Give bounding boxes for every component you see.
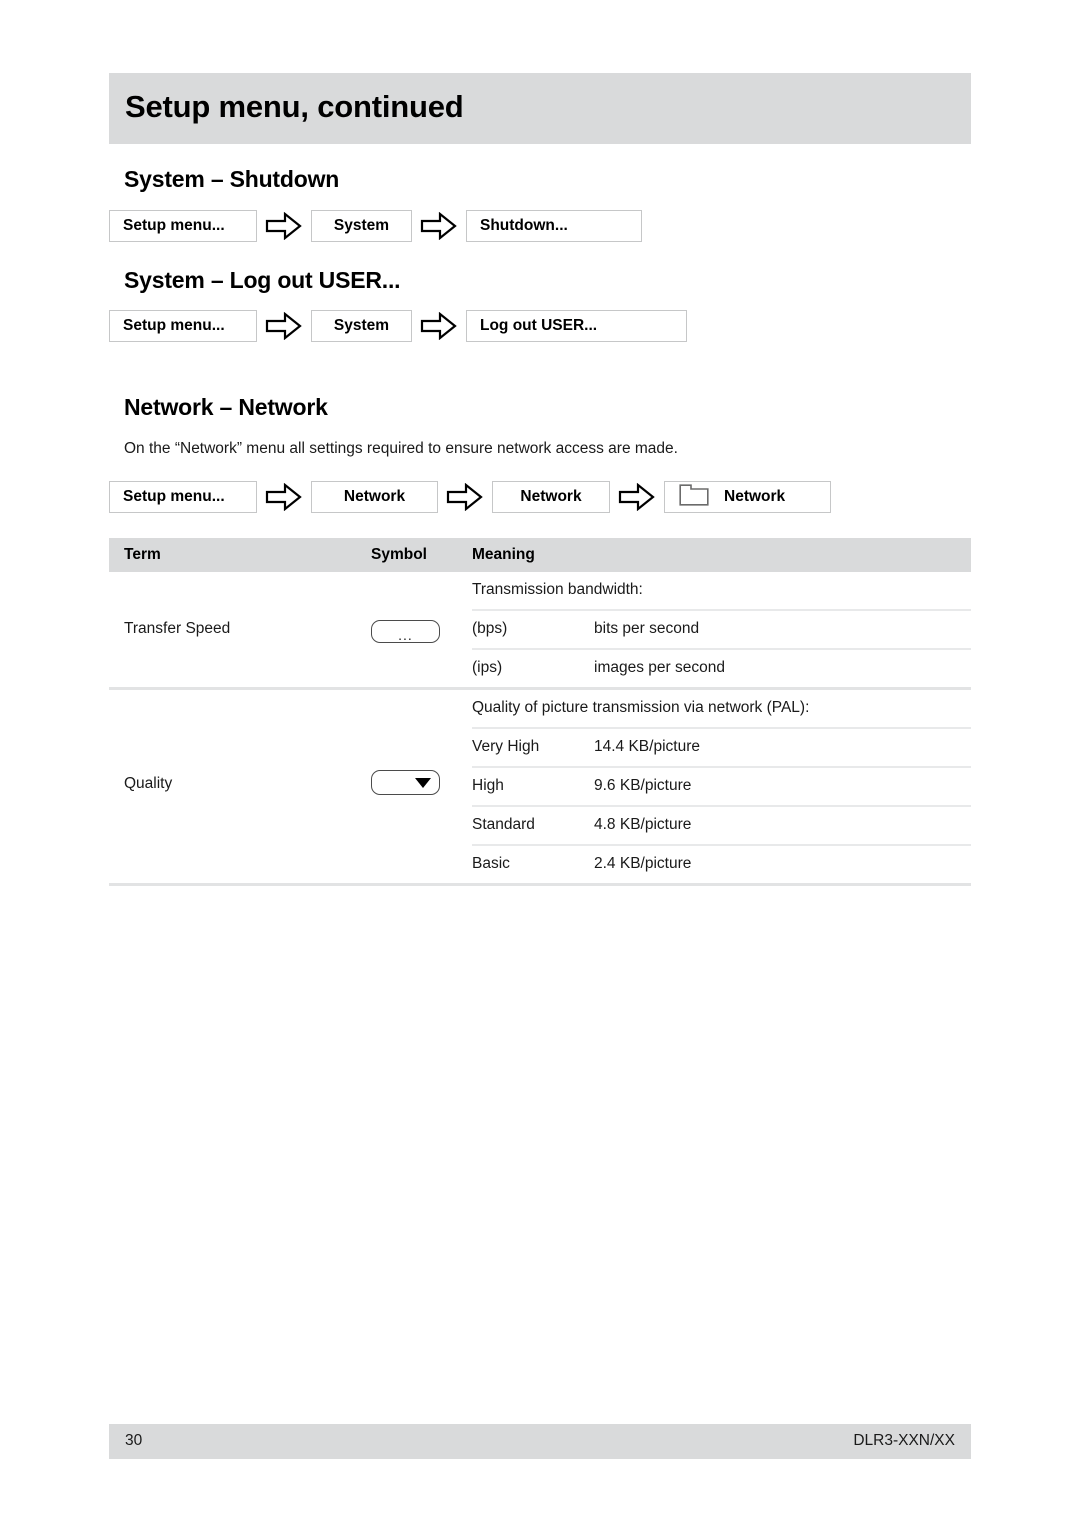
breadcrumb-item-network-submenu[interactable]: Network — [492, 481, 610, 513]
meaning-sub-row: High 9.6 KB/picture — [472, 766, 971, 805]
breadcrumb-item-network-tab[interactable]: Network — [664, 481, 831, 513]
chevron-down-icon — [415, 777, 431, 788]
term-label: Quality — [124, 775, 173, 792]
ellipsis-button[interactable]: ... — [371, 620, 440, 643]
meaning-label: (ips) — [472, 659, 503, 676]
meaning-label: High — [472, 777, 504, 794]
chapter-header-band: Setup menu, continued — [109, 73, 971, 144]
quality-dropdown[interactable] — [371, 770, 440, 795]
meaning-cell: Transmission bandwidth: (bps) bits per s… — [472, 572, 971, 687]
table-row: Quality Quality of picture transmission … — [109, 690, 971, 886]
meaning-sub-row: Quality of picture transmission via netw… — [472, 690, 971, 727]
footer-model-number: DLR3-XXN/XX — [853, 1432, 955, 1449]
breadcrumb-item-label: Network — [724, 488, 786, 505]
term-label: Transfer Speed — [124, 620, 231, 637]
breadcrumb-item-system[interactable]: System — [311, 310, 412, 342]
meaning-label: Transmission bandwidth: — [472, 581, 643, 598]
arrow-right-icon — [412, 212, 466, 240]
table-row: Transfer Speed ... Transmission bandwidt… — [109, 572, 971, 690]
arrow-right-icon — [257, 212, 311, 240]
meaning-label: (bps) — [472, 620, 508, 637]
arrow-right-icon — [610, 483, 664, 511]
breadcrumb-item-setup-menu[interactable]: Setup menu... — [109, 210, 257, 242]
meaning-sub-row: Standard 4.8 KB/picture — [472, 805, 971, 844]
breadcrumb-item-setup-menu[interactable]: Setup menu... — [109, 310, 257, 342]
breadcrumb-item-system[interactable]: System — [311, 210, 412, 242]
arrow-right-icon — [438, 483, 492, 511]
meaning-value: 2.4 KB/picture — [594, 855, 692, 872]
breadcrumb-logout: Setup menu... System Log out USER... — [109, 309, 687, 343]
arrow-right-icon — [257, 483, 311, 511]
meaning-value: images per second — [594, 659, 725, 676]
meaning-cell: Quality of picture transmission via netw… — [472, 690, 971, 883]
section-heading-logout: System – Log out USER... — [124, 267, 401, 293]
folder-icon — [679, 483, 709, 511]
breadcrumb-item-setup-menu[interactable]: Setup menu... — [109, 481, 257, 513]
meaning-value: bits per second — [594, 620, 700, 637]
arrow-right-icon — [412, 312, 466, 340]
meaning-sub-row: (ips) images per second — [472, 648, 971, 687]
breadcrumb-shutdown: Setup menu... System Shutdown... — [109, 209, 642, 243]
breadcrumb-item-log-out-user[interactable]: Log out USER... — [466, 310, 687, 342]
section-heading-network: Network – Network — [124, 394, 328, 420]
symbol-cell: ... — [371, 620, 440, 643]
meaning-sub-row: Basic 2.4 KB/picture — [472, 844, 971, 883]
meaning-value: 4.8 KB/picture — [594, 816, 692, 833]
meaning-label: Standard — [472, 816, 535, 833]
breadcrumb-item-shutdown[interactable]: Shutdown... — [466, 210, 642, 242]
meaning-label: Quality of picture transmission via netw… — [472, 699, 810, 716]
network-settings-table: Term Symbol Meaning Transfer Speed ... T… — [109, 538, 971, 886]
breadcrumb-item-network-menu[interactable]: Network — [311, 481, 438, 513]
column-header-meaning: Meaning — [472, 546, 535, 563]
network-intro-text: On the “Network” menu all settings requi… — [124, 440, 678, 457]
ellipsis-button-label: ... — [398, 626, 413, 643]
column-header-term: Term — [124, 546, 161, 563]
meaning-label: Very High — [472, 738, 540, 755]
page-footer: 30 DLR3-XXN/XX — [109, 1424, 971, 1459]
page-title: Setup menu, continued — [125, 89, 464, 124]
meaning-value: 9.6 KB/picture — [594, 777, 692, 794]
meaning-sub-row: Transmission bandwidth: — [472, 572, 971, 609]
arrow-right-icon — [257, 312, 311, 340]
symbol-cell — [371, 770, 440, 795]
column-header-symbol: Symbol — [371, 546, 427, 563]
footer-page-number: 30 — [125, 1432, 143, 1449]
section-heading-shutdown: System – Shutdown — [124, 166, 340, 192]
breadcrumb-network: Setup menu... Network Network Network — [109, 480, 831, 514]
table-header-row: Term Symbol Meaning — [109, 538, 971, 572]
meaning-label: Basic — [472, 855, 510, 872]
document-page: Setup menu, continued System – Shutdown … — [109, 0, 971, 1532]
meaning-sub-row: Very High 14.4 KB/picture — [472, 727, 971, 766]
meaning-value: 14.4 KB/picture — [594, 738, 700, 755]
meaning-sub-row: (bps) bits per second — [472, 609, 971, 648]
